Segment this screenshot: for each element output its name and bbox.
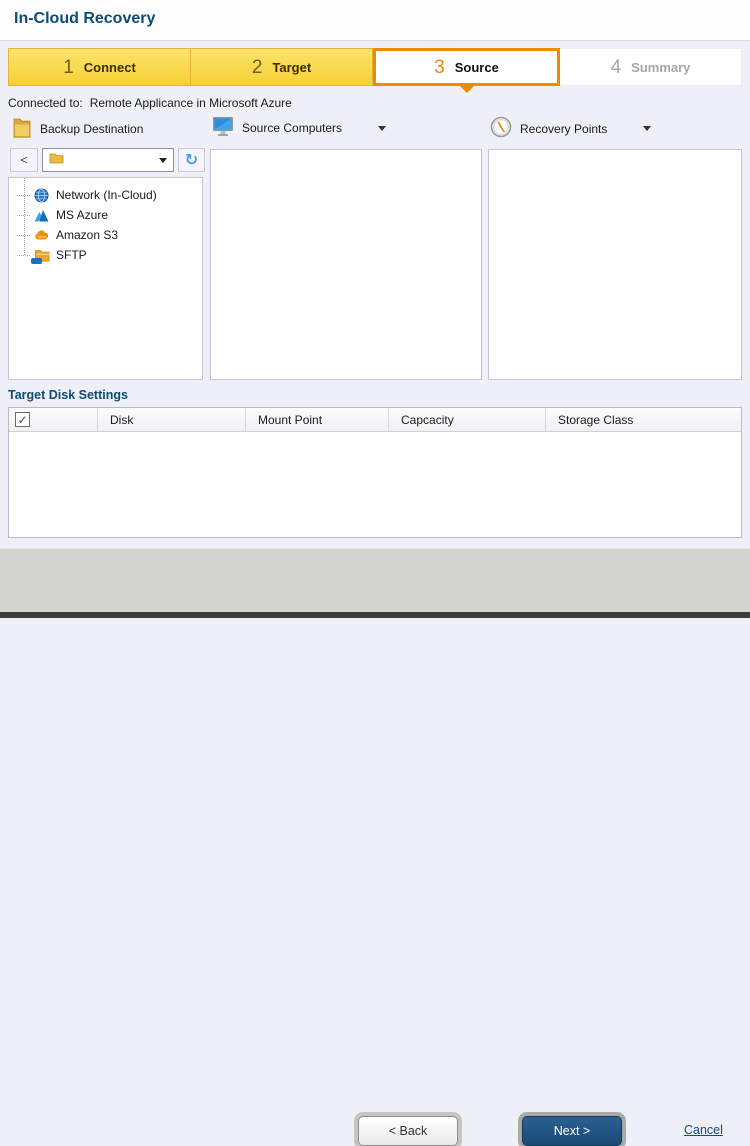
step-number: 3	[434, 58, 445, 77]
column-header-storage-class[interactable]: Storage Class	[546, 408, 741, 431]
tree-item-label: MS Azure	[56, 208, 108, 222]
tree-item-sftp[interactable]: SFTP	[9, 245, 202, 265]
status-label: Connected to:	[8, 96, 83, 110]
backup-destination-toolbar: < ↻	[10, 147, 205, 173]
folder-icon	[49, 151, 64, 169]
title-bar: In-Cloud Recovery	[0, 0, 750, 41]
refresh-icon: ↻	[185, 152, 198, 168]
azure-icon	[33, 207, 50, 223]
recovery-points-list-panel[interactable]	[488, 149, 742, 380]
footer-bar: < Back Next > Cancel	[0, 548, 750, 612]
cancel-link[interactable]: Cancel	[684, 1123, 723, 1137]
step-source[interactable]: 3 Source	[373, 48, 560, 86]
clock-icon	[490, 116, 512, 141]
tree-item-ms-azure[interactable]: MS Azure	[9, 205, 202, 225]
destination-tree: Network (In-Cloud) MS Azure	[9, 178, 202, 265]
combobox-dropdown-arrow-icon	[159, 158, 167, 163]
tree-item-network-in-cloud[interactable]: Network (In-Cloud)	[9, 185, 202, 205]
backup-destination-header: Backup Destination	[12, 116, 143, 141]
window-bottom-edge	[0, 612, 750, 618]
tree-item-label: Network (In-Cloud)	[56, 188, 157, 202]
step-target[interactable]: 2 Target	[191, 48, 373, 86]
target-disk-settings-table: ✓ Disk Mount Point Capcacity Storage Cla…	[8, 407, 742, 538]
column-header-disk[interactable]: Disk	[98, 408, 246, 431]
column-header-capacity[interactable]: Capcacity	[389, 408, 546, 431]
folder-combobox[interactable]	[42, 148, 174, 172]
next-button[interactable]: Next >	[522, 1116, 622, 1146]
tree-item-label: Amazon S3	[56, 228, 118, 242]
panel-title: Source Computers	[242, 121, 342, 135]
table-header-row: ✓ Disk Mount Point Capcacity Storage Cla…	[9, 408, 741, 432]
tree-back-button[interactable]: <	[10, 148, 38, 172]
amazon-s3-cloud-icon	[33, 227, 50, 243]
step-connect[interactable]: 1 Connect	[8, 48, 191, 86]
folder-icon	[12, 116, 32, 141]
wizard-step-bar: 1 Connect 2 Target 3 Source 4 Summary	[8, 48, 742, 86]
tree-item-amazon-s3[interactable]: Amazon S3	[9, 225, 202, 245]
recovery-points-header: Recovery Points	[490, 116, 651, 141]
panel-title: Backup Destination	[40, 122, 143, 136]
step-number: 1	[63, 58, 74, 77]
target-disk-settings-title: Target Disk Settings	[8, 388, 128, 402]
step-label: Target	[272, 60, 311, 75]
step-number: 4	[611, 58, 622, 77]
recovery-points-dropdown-arrow-icon[interactable]	[643, 126, 651, 131]
step-number: 2	[252, 58, 263, 77]
step-label: Connect	[84, 60, 136, 75]
source-computers-dropdown-arrow-icon[interactable]	[378, 126, 386, 131]
source-computers-header: Source Computers	[212, 116, 386, 140]
tree-item-label: SFTP	[56, 248, 87, 262]
status-value: Remote Applicance in Microsoft Azure	[90, 96, 292, 110]
step-label: Summary	[631, 60, 690, 75]
sftp-folder-icon	[33, 247, 50, 263]
connection-status: Connected to: Remote Applicance in Micros…	[8, 96, 292, 110]
step-label: Source	[455, 60, 499, 75]
column-header-mount-point[interactable]: Mount Point	[246, 408, 389, 431]
step-summary[interactable]: 4 Summary	[560, 48, 742, 86]
in-cloud-recovery-window: In-Cloud Recovery 1 Connect 2 Target 3 S…	[0, 0, 750, 618]
select-all-checkbox[interactable]: ✓	[15, 412, 30, 427]
back-button[interactable]: < Back	[358, 1116, 458, 1146]
panel-title: Recovery Points	[520, 122, 607, 136]
sftp-badge	[31, 258, 42, 264]
source-computers-list-panel[interactable]	[210, 149, 482, 380]
monitor-icon	[212, 116, 234, 140]
backup-destination-tree-panel[interactable]: Network (In-Cloud) MS Azure	[8, 177, 203, 380]
network-globe-icon	[33, 187, 50, 203]
page-title: In-Cloud Recovery	[14, 10, 155, 28]
select-all-header-cell: ✓	[9, 408, 98, 431]
refresh-button[interactable]: ↻	[178, 148, 205, 172]
